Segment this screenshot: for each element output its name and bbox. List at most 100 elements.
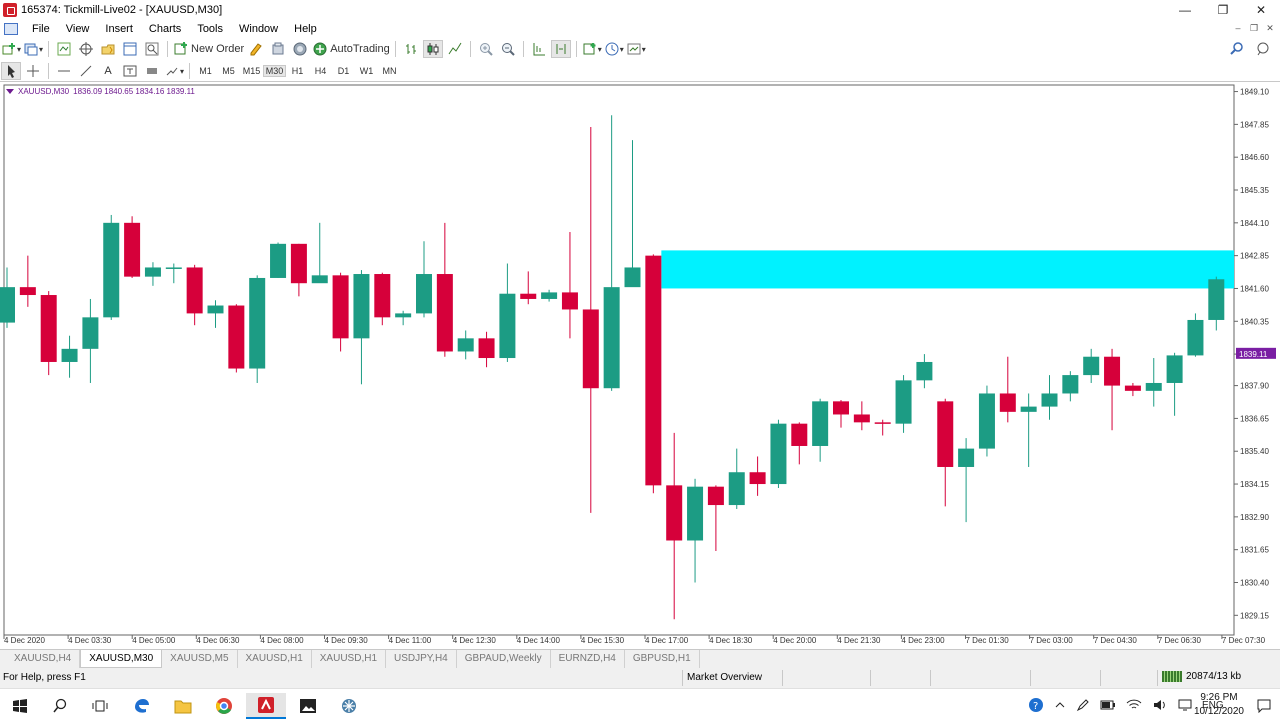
trendline-icon[interactable] (76, 62, 96, 80)
bull-candle (958, 448, 975, 467)
menu-insert[interactable]: Insert (97, 20, 141, 38)
price-chart[interactable]: XAUUSD,M30 1836.09 1840.65 1834.16 1839.… (0, 83, 1280, 649)
rectangle-tool-icon[interactable] (142, 62, 162, 80)
metatrader-taskbar-icon[interactable] (246, 693, 286, 719)
tab-xauusd-h1-2[interactable]: XAUUSD,H1 (312, 650, 387, 668)
menu-help[interactable]: Help (286, 20, 325, 38)
zoom-in-icon[interactable] (476, 40, 496, 58)
data-window-icon[interactable] (76, 40, 96, 58)
tab-xauusd-m30[interactable]: XAUUSD,M30 (80, 650, 163, 668)
start-button[interactable] (0, 693, 40, 719)
connection-status[interactable]: 20874/13 kb (1162, 671, 1241, 682)
market-icon[interactable] (290, 40, 310, 58)
tab-eurnzd-h4[interactable]: EURNZD,H4 (551, 650, 625, 668)
chart-shift-icon[interactable] (529, 40, 549, 58)
standard-toolbar: ▾ ▾ New Order AutoTrading ▾ ▾ ▾ (0, 38, 1280, 60)
app-taskbar-icon[interactable] (329, 693, 369, 719)
y-tick-label: 1847.85 (1240, 120, 1269, 129)
notifications-icon[interactable] (1256, 689, 1272, 721)
x-tick-label: 7 Dec 04:30 (1094, 636, 1138, 645)
menu-view[interactable]: View (58, 20, 98, 38)
tab-xauusd-h1[interactable]: XAUUSD,H1 (238, 650, 312, 668)
timeframe-m5[interactable]: M5 (217, 66, 240, 76)
tab-gbpusd-h1[interactable]: GBPUSD,H1 (625, 650, 700, 668)
search-taskbar-icon[interactable] (40, 693, 80, 719)
task-view-icon[interactable] (80, 693, 120, 719)
volume-icon[interactable] (1152, 698, 1168, 712)
market-watch-icon[interactable] (54, 40, 74, 58)
search-icon[interactable] (1227, 40, 1247, 58)
menu-window[interactable]: Window (231, 20, 286, 38)
navigator-icon[interactable] (98, 40, 118, 58)
menu-file[interactable]: File (24, 20, 58, 38)
menu-tools[interactable]: Tools (189, 20, 231, 38)
chrome-icon[interactable] (204, 693, 244, 719)
photos-icon[interactable] (288, 693, 328, 719)
y-tick-label: 1836.65 (1240, 414, 1269, 423)
chat-icon[interactable] (1253, 40, 1273, 58)
edge-icon[interactable] (122, 693, 162, 719)
maximize-button[interactable]: ❐ (1204, 0, 1242, 20)
periods-icon[interactable]: ▾ (604, 40, 624, 58)
autotrading-label: AutoTrading (330, 43, 390, 55)
y-tick-label: 1831.65 (1240, 546, 1269, 555)
wifi-icon[interactable] (1126, 698, 1142, 712)
strategy-tester-icon[interactable] (142, 40, 162, 58)
timeframe-h4[interactable]: H4 (309, 66, 332, 76)
tab-xauusd-m5[interactable]: XAUUSD,M5 (162, 650, 238, 668)
timeframe-mn[interactable]: MN (378, 66, 401, 76)
status-market-overview[interactable]: Market Overview (687, 672, 762, 683)
bull-candle (687, 486, 704, 541)
new-order-button[interactable]: New Order (173, 40, 244, 58)
text-label-icon[interactable] (120, 62, 140, 80)
chevron-up-icon[interactable] (1054, 699, 1066, 711)
auto-scroll-icon[interactable] (550, 40, 571, 58)
y-tick-label: 1829.15 (1240, 611, 1269, 620)
terminal-icon[interactable] (120, 40, 140, 58)
timeframe-h1[interactable]: H1 (286, 66, 309, 76)
tab-xauusd-h4[interactable]: XAUUSD,H4 (6, 650, 81, 668)
new-chart-icon[interactable]: ▾ (1, 40, 21, 58)
help-tray-icon[interactable]: ? (1028, 697, 1044, 713)
menu-charts[interactable]: Charts (141, 20, 189, 38)
metaeditor-icon[interactable] (246, 40, 266, 58)
minimize-button[interactable]: — (1166, 0, 1204, 20)
x-tick-label: 4 Dec 15:30 (581, 636, 625, 645)
cursor-icon[interactable] (1, 62, 21, 80)
profiles-icon[interactable]: ▾ (23, 40, 43, 58)
text-tool-icon[interactable]: A (98, 62, 118, 80)
pen-tray-icon[interactable] (1076, 698, 1090, 712)
battery-icon[interactable] (1100, 699, 1116, 711)
autotrading-button[interactable]: AutoTrading (312, 40, 390, 58)
timeframe-m1[interactable]: M1 (194, 66, 217, 76)
x-tick-label: 4 Dec 09:30 (325, 636, 369, 645)
timeframe-d1[interactable]: D1 (332, 66, 355, 76)
bear-candle (582, 309, 599, 389)
templates-icon[interactable]: ▾ (626, 40, 646, 58)
mdi-minimize-icon[interactable]: – (1232, 22, 1244, 34)
line-chart-icon[interactable] (445, 40, 465, 58)
shapes-tool-icon[interactable]: ▾ (164, 62, 184, 80)
indicators-icon[interactable]: ▾ (582, 40, 602, 58)
network-icon[interactable] (1178, 699, 1192, 711)
bull-candle (1208, 279, 1225, 320)
taskbar-clock[interactable]: 9:26 PM 10/12/2020 (1194, 691, 1244, 719)
close-button[interactable]: ✕ (1242, 0, 1280, 20)
crosshair-icon[interactable] (23, 62, 43, 80)
candlesticks-icon[interactable] (422, 40, 443, 58)
bull-candle (770, 423, 787, 485)
horizontal-line-icon[interactable] (54, 62, 74, 80)
timeframe-w1[interactable]: W1 (355, 66, 378, 76)
mdi-close-icon[interactable]: ✕ (1264, 22, 1276, 34)
chart-window-icon[interactable] (4, 23, 18, 35)
file-explorer-icon[interactable] (163, 693, 203, 719)
zoom-out-icon[interactable] (498, 40, 518, 58)
mdi-restore-icon[interactable]: ❐ (1248, 22, 1260, 34)
tab-usdjpy-h4[interactable]: USDJPY,H4 (386, 650, 457, 668)
bar-chart-icon[interactable] (401, 40, 421, 58)
signals-icon[interactable] (268, 40, 288, 58)
timeframe-m15[interactable]: M15 (240, 66, 263, 76)
timeframe-m30[interactable]: M30 (263, 65, 287, 77)
tab-gbpaud-weekly[interactable]: GBPAUD,Weekly (457, 650, 551, 668)
bull-candle (728, 472, 745, 506)
